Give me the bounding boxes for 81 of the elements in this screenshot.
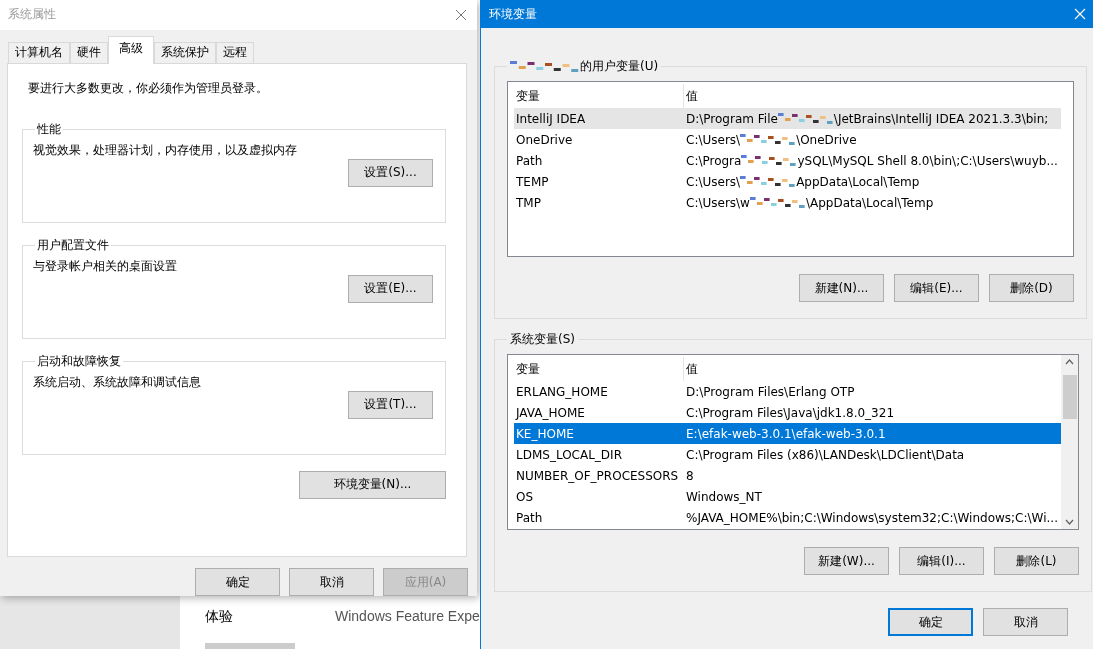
variable-name: NUMBER_OF_PROCESSORS bbox=[515, 468, 680, 483]
variable-row[interactable]: JAVA_HOME C:\Program Files\Java\jdk1.8.0_321 bbox=[514, 402, 1061, 423]
setting-value: Windows Feature Expe bbox=[335, 608, 480, 626]
variable-name: LDMS_LOCAL_DIR bbox=[515, 447, 623, 462]
settings-button[interactable]: 设置(E)... bbox=[348, 274, 433, 303]
dialog-button[interactable]: 取消 bbox=[289, 568, 374, 596]
variable-row[interactable]: IntelliJ IDEA D:\Program File \JetBrains\IntelliJ IDEA 2021.3.3\bin; bbox=[514, 108, 1061, 129]
variable-row[interactable]: NUMBER_OF_PROCESSORS 8 bbox=[514, 465, 1061, 486]
variable-row[interactable]: KE_HOME E:\efak-web-3.0.1\efak-web-3.0.1 bbox=[514, 423, 1061, 444]
variable-value: \AppData\Local\Temp bbox=[805, 195, 934, 210]
variable-row[interactable]: TEMP C:\Users\ AppData\Local\Temp bbox=[514, 171, 1061, 192]
variable-value: C:\Users\ bbox=[686, 174, 741, 189]
variable-value: C:\Program Files (x86)\LANDesk\LDClient\Data bbox=[686, 447, 965, 462]
variable-value: C:\Users\w bbox=[686, 195, 750, 210]
tab[interactable]: 硬件 bbox=[70, 41, 108, 63]
variable-name: Path bbox=[515, 153, 544, 168]
group-title: 的用户变量(U) bbox=[580, 58, 659, 75]
list-action-button[interactable]: 新建(W)... bbox=[804, 547, 889, 575]
list-action-button[interactable]: 删除(D) bbox=[989, 274, 1074, 302]
list-action-button[interactable]: 删除(L) bbox=[994, 547, 1079, 575]
scroll-up-icon[interactable] bbox=[1065, 359, 1074, 365]
list-action-button[interactable]: 新建(N)... bbox=[799, 274, 884, 302]
variable-value: %JAVA_HOME%\bin;C:\Windows\system32;C:\Windows;C:\Wi... bbox=[686, 510, 1058, 525]
dialog-button[interactable]: 确定 bbox=[195, 568, 280, 596]
scrollbar[interactable] bbox=[1061, 355, 1078, 529]
variable-name: JAVA_HOME bbox=[514, 405, 586, 420]
variable-row[interactable]: Path %JAVA_HOME%\bin;C:\Windows\system32;C:\Windows;C:\Wi... bbox=[514, 507, 1061, 528]
variable-row[interactable]: Path C:\Progra ySQL\MySQL Shell 8.0\bin\;C:\Users\wuyb... bbox=[514, 150, 1061, 171]
tab[interactable]: 远程 bbox=[216, 41, 254, 63]
dialog-button[interactable]: 确定 bbox=[888, 608, 973, 636]
variable-value: Windows_NT bbox=[686, 489, 762, 504]
scroll-down-icon[interactable] bbox=[1065, 519, 1074, 525]
setting-label: 体验 bbox=[205, 608, 234, 626]
variable-value: C:\Progra bbox=[686, 153, 742, 168]
group-description: 视觉效果，处理器计划，内存使用，以及虚拟内存 bbox=[33, 141, 298, 159]
variable-row[interactable]: OneDrive C:\Users\ \OneDrive bbox=[514, 129, 1061, 150]
variable-row[interactable]: ERLANG_HOME D:\Program Files\Erlang OTP bbox=[514, 381, 1061, 402]
group-title: 启动和故障恢复 bbox=[36, 352, 122, 370]
variable-name: Path bbox=[515, 510, 544, 525]
tab[interactable]: 系统保护 bbox=[154, 41, 216, 63]
tab[interactable]: 计算机名 bbox=[8, 41, 70, 63]
window-title: 系统属性 bbox=[8, 6, 56, 24]
list-action-button[interactable]: 编辑(I)... bbox=[899, 547, 984, 575]
settings-button[interactable]: 设置(T)... bbox=[348, 390, 433, 419]
variable-value: \JetBrains\IntelliJ IDEA 2021.3.3\bin; bbox=[833, 111, 1049, 126]
variable-value: C:\Program Files\Java\jdk1.8.0_321 bbox=[686, 405, 894, 420]
variable-name: ERLANG_HOME bbox=[515, 384, 609, 399]
variable-name: IntelliJ IDEA bbox=[515, 111, 587, 126]
group-description: 系统启动、系统故障和调试信息 bbox=[33, 373, 202, 391]
variable-value: AppData\Local\Temp bbox=[796, 174, 920, 189]
variable-value: 8 bbox=[686, 468, 694, 483]
group-title: 系统变量(S) bbox=[510, 331, 575, 348]
variable-name: OneDrive bbox=[515, 132, 574, 147]
list-action-button[interactable]: 编辑(E)... bbox=[894, 274, 979, 302]
variable-name: TEMP bbox=[515, 174, 550, 189]
variable-name: KE_HOME bbox=[515, 426, 575, 441]
variable-name: TMP bbox=[515, 195, 542, 210]
dialog-button[interactable]: 取消 bbox=[983, 608, 1068, 636]
close-icon[interactable] bbox=[455, 8, 467, 21]
variable-value: ySQL\MySQL Shell 8.0\bin\;C:\Users\wuyb... bbox=[797, 153, 1058, 168]
variable-value: C:\Users\ bbox=[686, 132, 741, 147]
column-header[interactable]: 变量 bbox=[514, 357, 684, 381]
variable-value: \OneDrive bbox=[796, 132, 857, 147]
variable-value: D:\Program File bbox=[686, 111, 778, 126]
group-description: 与登录帐户相关的桌面设置 bbox=[33, 257, 178, 275]
column-header[interactable]: 值 bbox=[684, 357, 1061, 381]
notice-text: 要进行大多数更改，你必须作为管理员登录。 bbox=[27, 79, 269, 97]
window-title: 环境变量 bbox=[489, 5, 537, 23]
environment-variables-button[interactable]: 环境变量(N)... bbox=[299, 470, 446, 499]
variable-row[interactable]: OS Windows_NT bbox=[514, 486, 1061, 507]
column-header[interactable]: 值 bbox=[684, 84, 1061, 108]
group-title: 性能 bbox=[36, 120, 62, 138]
variable-row[interactable]: TMP C:\Users\w \AppData\Local\Temp bbox=[514, 192, 1061, 213]
variable-value: E:\efak-web-3.0.1\efak-web-3.0.1 bbox=[686, 426, 886, 441]
variable-value: D:\Program Files\Erlang OTP bbox=[686, 384, 855, 399]
variable-name: OS bbox=[515, 489, 535, 504]
tab[interactable]: 高级 bbox=[108, 35, 154, 64]
scroll-thumb[interactable] bbox=[1062, 375, 1077, 419]
group-title: 用户配置文件 bbox=[36, 236, 110, 254]
settings-button[interactable]: 设置(S)... bbox=[348, 158, 433, 187]
variable-row[interactable]: LDMS_LOCAL_DIR C:\Program Files (x86)\LANDesk\LDClient\Data bbox=[514, 444, 1061, 465]
